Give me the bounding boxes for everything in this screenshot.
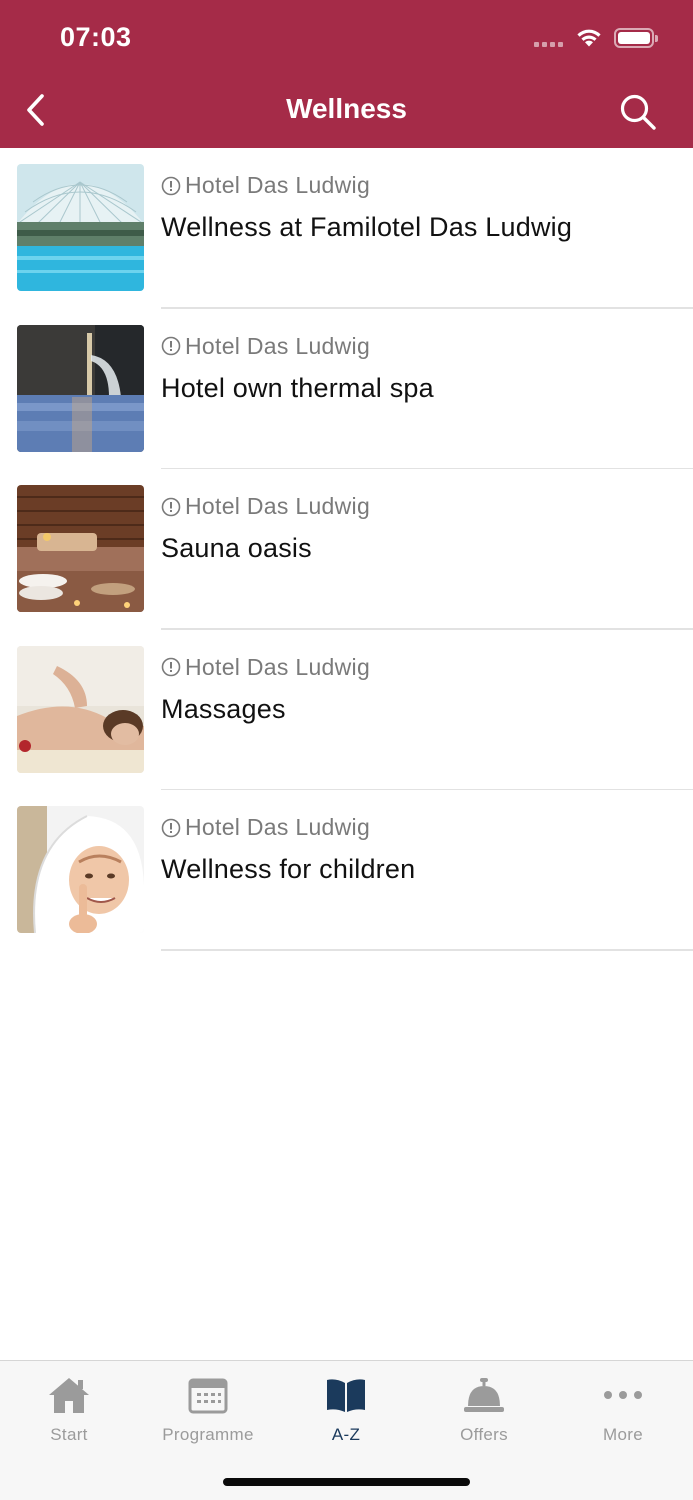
home-indicator	[223, 1478, 470, 1486]
list-item[interactable]: Hotel Das Ludwig Massages	[0, 630, 693, 791]
list-item[interactable]: Hotel Das Ludwig Wellness for children	[0, 790, 693, 951]
more-dots-icon	[603, 1373, 643, 1417]
hotel-name: Hotel Das Ludwig	[185, 172, 371, 198]
info-icon	[161, 818, 181, 838]
calendar-icon	[188, 1373, 228, 1417]
wellness-list: Hotel Das Ludwig Wellness at Familotel D…	[0, 148, 693, 951]
info-icon	[161, 497, 181, 517]
hotel-name: Hotel Das Ludwig	[185, 653, 371, 680]
tab-more[interactable]: More	[558, 1373, 688, 1445]
tab-start[interactable]: Start	[4, 1373, 134, 1445]
app-header: 07:03 Wellness	[0, 0, 693, 148]
list-item[interactable]: Hotel Das Ludwig Wellness at Familotel D…	[0, 148, 693, 309]
massage-image	[17, 645, 144, 773]
hotel-name: Hotel Das Ludwig	[185, 493, 371, 520]
hotel-name: Hotel Das Ludwig	[185, 814, 371, 841]
search-button[interactable]	[614, 88, 662, 136]
service-bell-icon	[463, 1373, 505, 1417]
item-title: Massages	[161, 693, 286, 724]
hotel-label: Hotel Das Ludwig	[161, 814, 370, 841]
page-title: Wellness	[286, 93, 407, 124]
book-icon	[326, 1373, 366, 1417]
list-item[interactable]: Hotel Das Ludwig Hotel own thermal spa	[0, 309, 693, 470]
hotel-label: Hotel Das Ludwig	[161, 333, 370, 360]
tab-programme[interactable]: Programme	[143, 1373, 273, 1445]
tab-label: More	[603, 1425, 643, 1444]
divider	[161, 949, 693, 951]
child-towel-image	[17, 806, 144, 934]
hotel-label: Hotel Das Ludwig	[161, 172, 370, 199]
tab-offers[interactable]: Offers	[419, 1373, 549, 1445]
item-title: Hotel own thermal spa	[161, 372, 434, 403]
item-title: Wellness for children	[161, 854, 416, 885]
tab-label: A-Z	[331, 1425, 361, 1444]
tab-a-z[interactable]: A-Z	[281, 1373, 411, 1445]
battery-icon	[614, 28, 658, 48]
item-title: Sauna oasis	[161, 533, 312, 564]
list-item[interactable]: Hotel Das Ludwig Sauna oasis	[0, 469, 693, 630]
sauna-image	[17, 485, 144, 613]
hotel-label: Hotel Das Ludwig	[161, 493, 370, 520]
info-icon	[161, 657, 181, 677]
thermal-spa-image	[17, 324, 144, 452]
cellular-signal-icon	[534, 42, 563, 47]
info-icon	[161, 336, 181, 356]
tab-label: Start	[50, 1425, 88, 1444]
search-icon	[620, 94, 656, 130]
home-icon	[47, 1373, 91, 1417]
item-title: Wellness at Familotel Das Ludwig	[161, 212, 573, 242]
pool-dome-image	[17, 164, 144, 291]
hotel-name: Hotel Das Ludwig	[185, 332, 371, 359]
wifi-icon	[574, 26, 604, 53]
tab-label: Offers	[460, 1425, 508, 1444]
hotel-label: Hotel Das Ludwig	[161, 654, 370, 681]
tab-label: Programme	[162, 1425, 254, 1444]
info-icon	[161, 176, 181, 196]
status-time: 07:03	[60, 22, 132, 52]
